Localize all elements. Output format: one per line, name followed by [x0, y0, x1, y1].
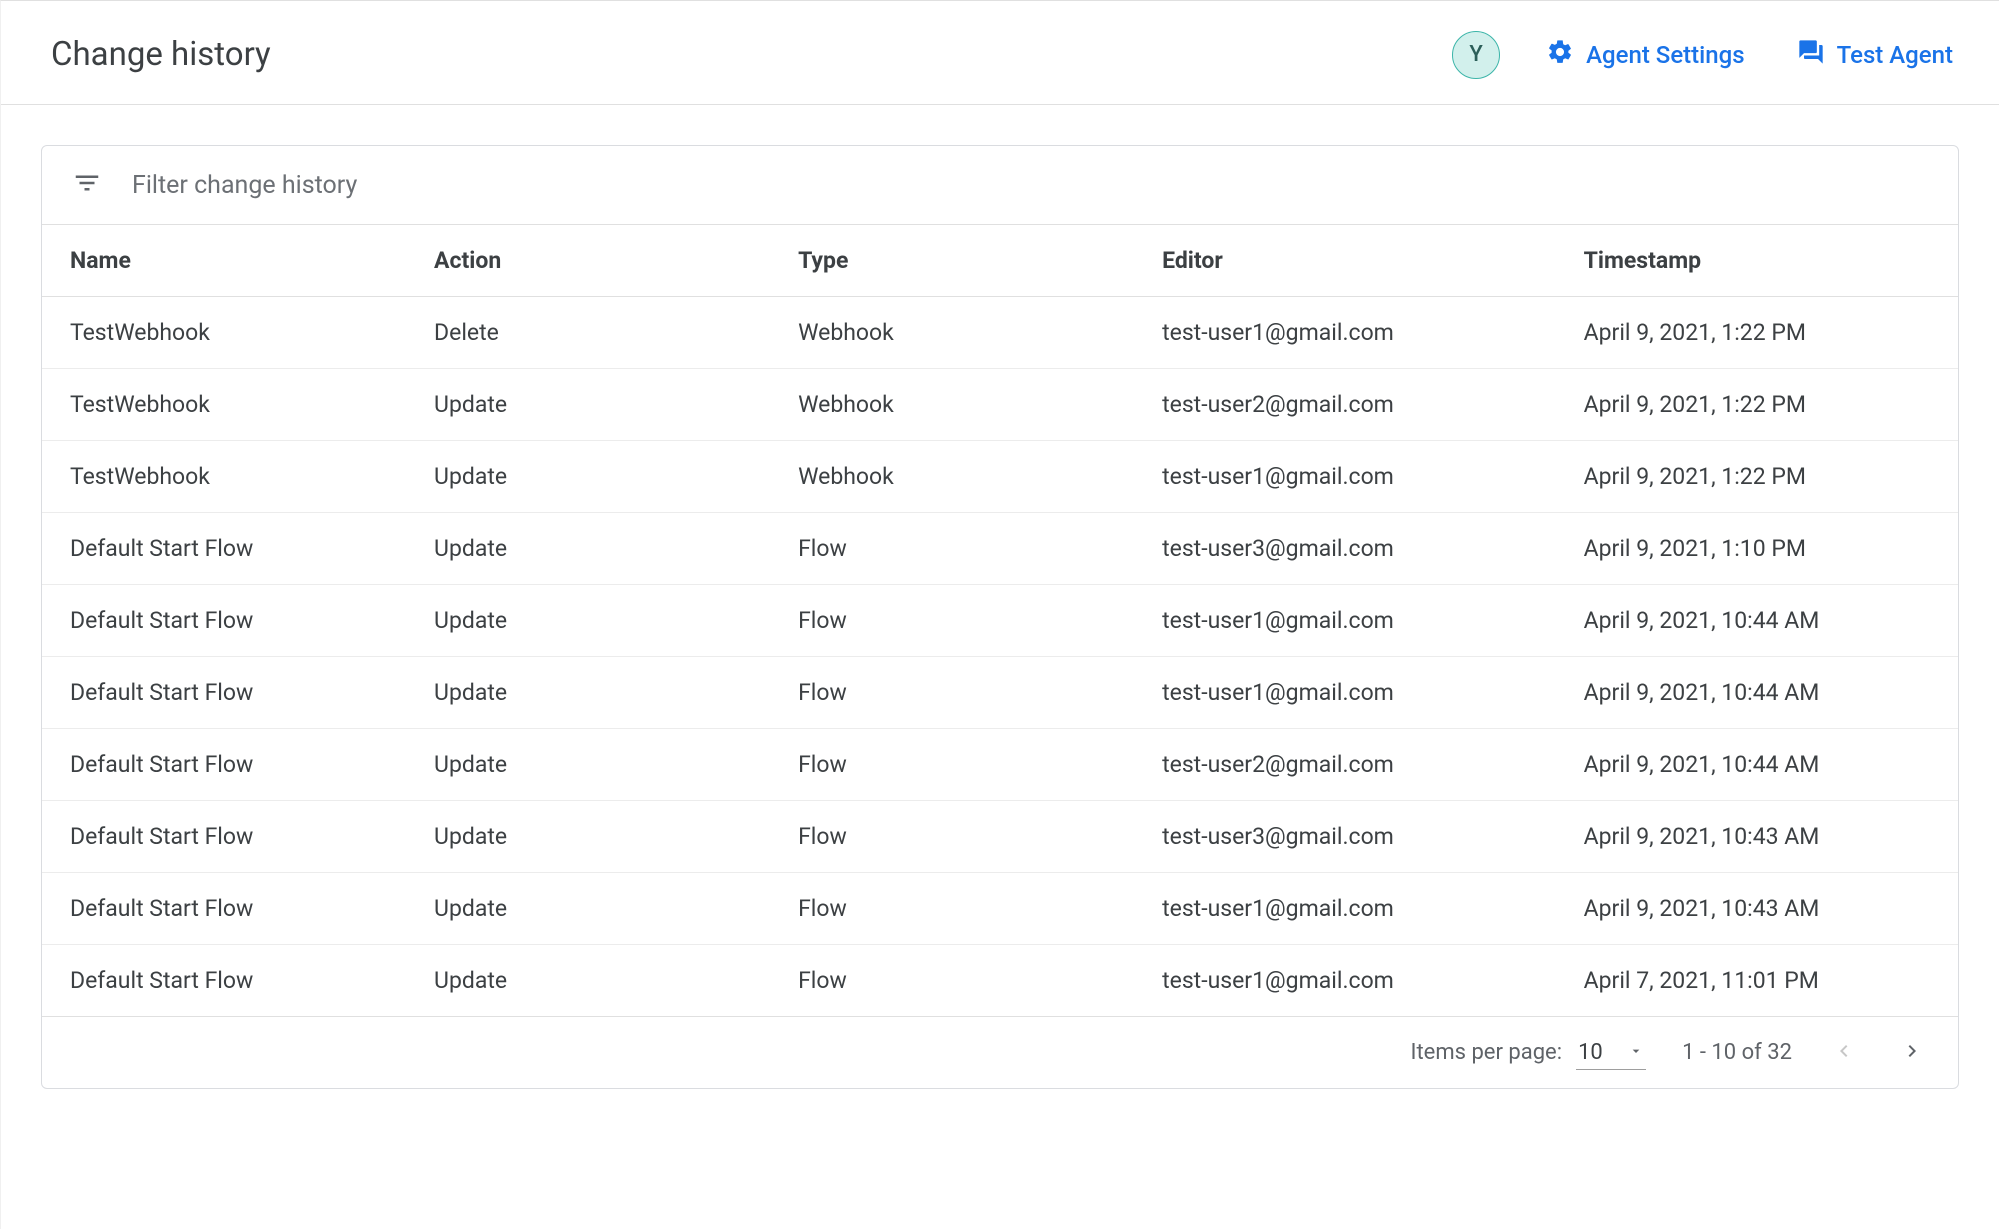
- table-row[interactable]: Default Start FlowUpdateFlowtest-user2@g…: [42, 729, 1958, 801]
- cell-editor: test-user1@gmail.com: [1134, 657, 1556, 729]
- cell-type: Flow: [770, 945, 1134, 1017]
- cell-editor: test-user1@gmail.com: [1134, 945, 1556, 1017]
- column-header-name[interactable]: Name: [42, 225, 406, 297]
- cell-name: TestWebhook: [42, 297, 406, 369]
- cell-name: Default Start Flow: [42, 585, 406, 657]
- cell-action: Update: [406, 945, 770, 1017]
- cell-action: Update: [406, 729, 770, 801]
- column-header-type[interactable]: Type: [770, 225, 1134, 297]
- cell-action: Update: [406, 873, 770, 945]
- table-row[interactable]: Default Start FlowUpdateFlowtest-user3@g…: [42, 513, 1958, 585]
- cell-editor: test-user1@gmail.com: [1134, 585, 1556, 657]
- cell-timestamp: April 9, 2021, 1:22 PM: [1556, 369, 1958, 441]
- cell-editor: test-user1@gmail.com: [1134, 873, 1556, 945]
- cell-editor: test-user2@gmail.com: [1134, 729, 1556, 801]
- cell-timestamp: April 9, 2021, 1:22 PM: [1556, 297, 1958, 369]
- table-row[interactable]: Default Start FlowUpdateFlowtest-user1@g…: [42, 873, 1958, 945]
- cell-editor: test-user3@gmail.com: [1134, 513, 1556, 585]
- cell-type: Flow: [770, 801, 1134, 873]
- cell-name: Default Start Flow: [42, 873, 406, 945]
- paginator: Items per page: 10 1 - 10 of 32: [42, 1017, 1958, 1088]
- cell-timestamp: April 9, 2021, 10:43 AM: [1556, 873, 1958, 945]
- change-history-table: Name Action Type Editor Timestamp TestWe…: [42, 225, 1958, 1017]
- pagination-range: 1 - 10 of 32: [1682, 1040, 1792, 1065]
- items-per-page-value: 10: [1578, 1040, 1603, 1065]
- items-per-page-label: Items per page:: [1411, 1040, 1563, 1065]
- cell-name: Default Start Flow: [42, 729, 406, 801]
- cell-timestamp: April 9, 2021, 10:44 AM: [1556, 585, 1958, 657]
- cell-action: Update: [406, 441, 770, 513]
- table-row[interactable]: Default Start FlowUpdateFlowtest-user3@g…: [42, 801, 1958, 873]
- cell-type: Webhook: [770, 297, 1134, 369]
- table-row[interactable]: TestWebhookUpdateWebhooktest-user2@gmail…: [42, 369, 1958, 441]
- column-header-editor[interactable]: Editor: [1134, 225, 1556, 297]
- cell-editor: test-user2@gmail.com: [1134, 369, 1556, 441]
- cell-editor: test-user3@gmail.com: [1134, 801, 1556, 873]
- cell-action: Update: [406, 585, 770, 657]
- page-title: Change history: [51, 35, 271, 74]
- filter-row: [42, 146, 1958, 225]
- cell-editor: test-user1@gmail.com: [1134, 297, 1556, 369]
- cell-type: Flow: [770, 585, 1134, 657]
- table-row[interactable]: Default Start FlowUpdateFlowtest-user1@g…: [42, 945, 1958, 1017]
- cell-action: Update: [406, 657, 770, 729]
- cell-action: Delete: [406, 297, 770, 369]
- cell-timestamp: April 9, 2021, 1:22 PM: [1556, 441, 1958, 513]
- previous-page-button[interactable]: [1828, 1035, 1860, 1070]
- cell-action: Update: [406, 801, 770, 873]
- cell-type: Flow: [770, 657, 1134, 729]
- column-header-action[interactable]: Action: [406, 225, 770, 297]
- cell-type: Flow: [770, 513, 1134, 585]
- avatar-initial: Y: [1469, 42, 1482, 67]
- cell-timestamp: April 9, 2021, 10:43 AM: [1556, 801, 1958, 873]
- chevron-left-icon: [1832, 1051, 1856, 1066]
- cell-timestamp: April 9, 2021, 10:44 AM: [1556, 657, 1958, 729]
- cell-name: Default Start Flow: [42, 513, 406, 585]
- cell-action: Update: [406, 369, 770, 441]
- header-actions: Y Agent Settings Test Agent: [1452, 31, 1959, 79]
- cell-name: Default Start Flow: [42, 657, 406, 729]
- items-per-page-select[interactable]: 10: [1576, 1036, 1646, 1070]
- table-row[interactable]: Default Start FlowUpdateFlowtest-user1@g…: [42, 585, 1958, 657]
- agent-settings-button[interactable]: Agent Settings: [1540, 37, 1751, 73]
- header-bar: Change history Y Agent Settings Test Age…: [1, 5, 1999, 105]
- cell-type: Webhook: [770, 369, 1134, 441]
- cell-name: Default Start Flow: [42, 945, 406, 1017]
- next-page-button[interactable]: [1896, 1035, 1928, 1070]
- cell-type: Flow: [770, 873, 1134, 945]
- filter-icon[interactable]: [72, 168, 102, 202]
- cell-type: Flow: [770, 729, 1134, 801]
- test-agent-button[interactable]: Test Agent: [1791, 37, 1959, 73]
- triangle-down-icon: [1628, 1040, 1644, 1065]
- cell-name: TestWebhook: [42, 441, 406, 513]
- agent-settings-label: Agent Settings: [1586, 41, 1745, 69]
- chat-icon: [1797, 38, 1825, 72]
- table-row[interactable]: TestWebhookDeleteWebhooktest-user1@gmail…: [42, 297, 1958, 369]
- cell-action: Update: [406, 513, 770, 585]
- filter-input[interactable]: [130, 170, 1928, 201]
- cell-timestamp: April 9, 2021, 10:44 AM: [1556, 729, 1958, 801]
- cell-name: Default Start Flow: [42, 801, 406, 873]
- table-row[interactable]: Default Start FlowUpdateFlowtest-user1@g…: [42, 657, 1958, 729]
- cell-type: Webhook: [770, 441, 1134, 513]
- avatar[interactable]: Y: [1452, 31, 1500, 79]
- cell-name: TestWebhook: [42, 369, 406, 441]
- chevron-right-icon: [1900, 1051, 1924, 1066]
- change-history-table-card: Name Action Type Editor Timestamp TestWe…: [41, 145, 1959, 1089]
- table-row[interactable]: TestWebhookUpdateWebhooktest-user1@gmail…: [42, 441, 1958, 513]
- test-agent-label: Test Agent: [1837, 41, 1953, 69]
- cell-timestamp: April 9, 2021, 1:10 PM: [1556, 513, 1958, 585]
- cell-timestamp: April 7, 2021, 11:01 PM: [1556, 945, 1958, 1017]
- column-header-timestamp[interactable]: Timestamp: [1556, 225, 1958, 297]
- cell-editor: test-user1@gmail.com: [1134, 441, 1556, 513]
- gear-icon: [1546, 38, 1574, 72]
- table-header-row: Name Action Type Editor Timestamp: [42, 225, 1958, 297]
